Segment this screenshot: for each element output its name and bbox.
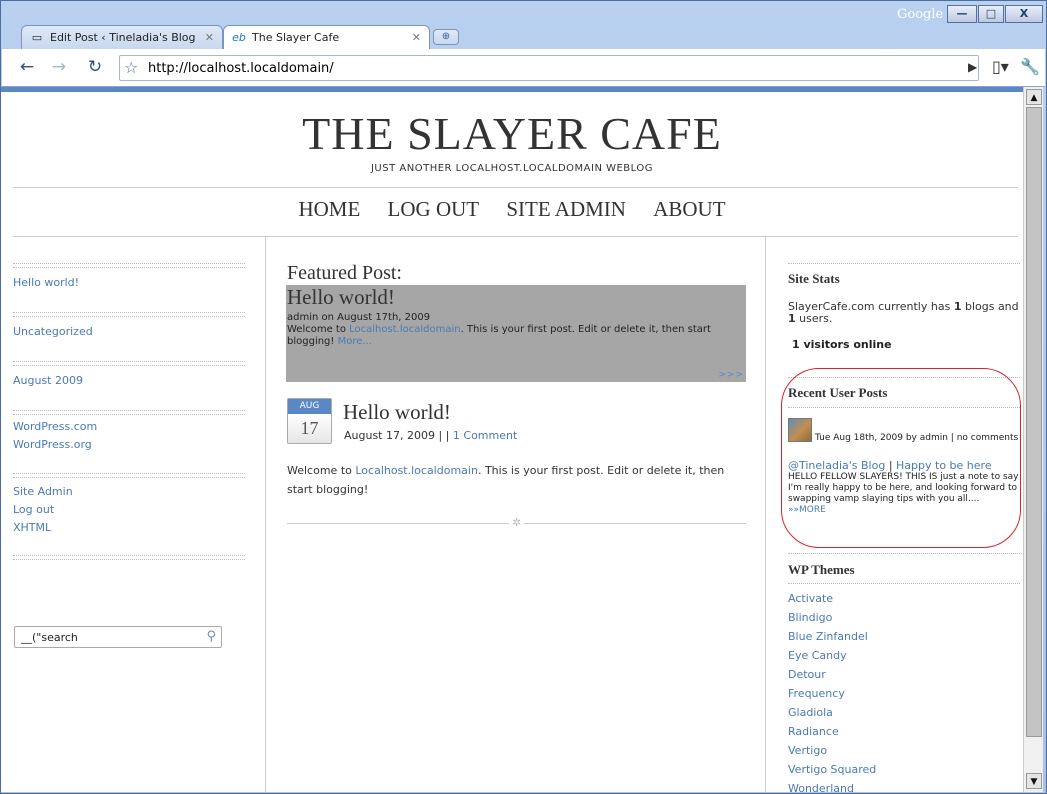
featured-post-box: Hello world! admin on August 17th, 2009 … [286, 285, 746, 382]
featured-meta: admin on August 17th, 2009 [287, 312, 431, 323]
site-link[interactable]: Localhost.localdomain [355, 464, 478, 477]
theme-link[interactable]: Radiance [788, 722, 876, 741]
category-link[interactable]: Uncategorized [13, 323, 245, 341]
wrench-icon[interactable]: 🔧 [1020, 57, 1040, 76]
tab-strip: ▭ Edit Post ‹ Tineladia's Blog ... ✕ eb … [1, 1, 1046, 49]
nav-home[interactable]: HOME [298, 197, 360, 221]
theme-link[interactable]: Detour [788, 665, 876, 684]
divider-ornament-icon: ✲ [509, 516, 525, 529]
close-window-button[interactable]: X [1005, 5, 1043, 23]
recent-posts-heading: Recent User Posts [788, 385, 888, 400]
main-nav: HOME LOG OUT SITE ADMIN ABOUT [1, 197, 1023, 222]
close-icon[interactable]: ✕ [412, 31, 421, 44]
reload-button[interactable]: ↻ [84, 56, 106, 78]
page-viewport: THE SLAYER CAFE JUST ANOTHER LOCALHOST.L… [1, 87, 1023, 792]
site-link[interactable]: Localhost.localdomain [349, 324, 460, 335]
browser-toolbar: ← → ↻ ☆ http://localhost.localdomain/ ▶ … [2, 49, 1045, 87]
theme-link[interactable]: Activate [788, 589, 876, 608]
more-link[interactable]: More... [338, 336, 372, 347]
divider [13, 236, 1018, 237]
site-title[interactable]: THE SLAYER CAFE [1, 107, 1023, 160]
comments-link[interactable]: 1 Comment [453, 429, 517, 442]
site-stats-heading: Site Stats [788, 271, 840, 286]
post-meta: August 17, 2009 | | 1 Comment [344, 429, 518, 442]
date-badge: AUG 17 [287, 398, 332, 444]
page-menu-icon[interactable]: ▯▾ [992, 57, 1009, 76]
date-month: AUG [288, 399, 331, 414]
google-label: Google [897, 7, 944, 22]
post-link[interactable]: Happy to be here [896, 459, 992, 472]
minimize-button[interactable]: — [947, 5, 977, 23]
url-text: http://localhost.localdomain/ [148, 61, 334, 76]
theme-link[interactable]: Eye Candy [788, 646, 876, 665]
recent-post-source: @Tineladia's Blog | Happy to be here [788, 459, 992, 472]
tab-slayer-cafe[interactable]: eb The Slayer Cafe ✕ [223, 25, 430, 49]
nav-log-out[interactable]: LOG OUT [388, 197, 480, 221]
tab-title: Edit Post ‹ Tineladia's Blog ... [50, 31, 199, 44]
theme-link[interactable]: Frequency [788, 684, 876, 703]
nav-site-admin[interactable]: SITE ADMIN [506, 197, 626, 221]
tab-title: The Slayer Cafe [252, 31, 340, 44]
post-title[interactable]: Hello world! [343, 400, 451, 425]
star-icon[interactable]: ☆ [124, 58, 138, 77]
scroll-up-arrow-icon[interactable]: ▲ [1026, 89, 1042, 105]
meta-site-admin[interactable]: Site Admin [13, 483, 245, 501]
scroll-thumb[interactable] [1026, 107, 1042, 737]
search-value: __("search [21, 631, 78, 644]
visitors-online: 1 visitors online [792, 338, 892, 351]
tab-edit-post[interactable]: ▭ Edit Post ‹ Tineladia's Blog ... ✕ [21, 25, 223, 49]
date-day: 17 [288, 414, 331, 443]
featured-excerpt: Welcome to Localhost.localdomain. This i… [287, 324, 711, 347]
featured-next-arrows[interactable]: >>> [718, 370, 744, 380]
blogroll-link[interactable]: WordPress.com [13, 418, 245, 436]
vertical-scrollbar[interactable]: ▲ ▼ [1023, 87, 1043, 792]
new-tab-button[interactable]: ⊕ [433, 29, 459, 45]
search-input[interactable]: __("search ⚲ [14, 626, 222, 648]
meta-log-out[interactable]: Log out [13, 501, 245, 519]
site-stats-text: SlayerCafe.com currently has 1 blogs and… [788, 300, 1019, 325]
left-sidebar: Hello world! Uncategorized August 2009 W… [13, 257, 245, 563]
featured-label: Featured Post: [287, 262, 402, 284]
forward-button[interactable]: → [48, 56, 70, 78]
nav-about[interactable]: ABOUT [653, 197, 725, 221]
theme-link[interactable]: Blindigo [788, 608, 876, 627]
column-divider [765, 237, 766, 792]
back-button[interactable]: ← [16, 56, 38, 78]
archive-link[interactable]: August 2009 [13, 372, 245, 390]
theme-link[interactable]: Wonderland [788, 779, 876, 792]
blogroll-link[interactable]: WordPress.org [13, 436, 245, 454]
scroll-down-arrow-icon[interactable]: ▼ [1026, 773, 1042, 789]
meta-xhtml[interactable]: XHTML [13, 519, 245, 537]
recent-post-link[interactable]: Hello world! [13, 274, 245, 292]
header-bar [1, 87, 1023, 92]
divider [13, 187, 1018, 188]
theme-link[interactable]: Blue Zinfandel [788, 627, 876, 646]
theme-link[interactable]: Gladiola [788, 703, 876, 722]
page-icon: ▭ [31, 30, 43, 44]
maximize-button[interactable]: □ [978, 5, 1004, 23]
edublogs-icon: eb [232, 30, 246, 44]
close-icon[interactable]: ✕ [205, 31, 214, 44]
recent-post-meta: Tue Aug 18th, 2009 by admin | no comment… [815, 433, 1019, 443]
theme-link[interactable]: Vertigo Squared [788, 760, 876, 779]
theme-link[interactable]: Vertigo [788, 741, 876, 760]
search-icon[interactable]: ⚲ [206, 629, 216, 644]
column-divider [265, 237, 266, 792]
more-link[interactable]: »»MORE [788, 505, 826, 515]
wp-themes-heading: WP Themes [788, 562, 855, 577]
address-bar[interactable]: ☆ http://localhost.localdomain/ [119, 55, 979, 81]
site-tagline: JUST ANOTHER LOCALHOST.LOCALDOMAIN WEBLO… [370, 163, 654, 174]
post-body: Welcome to Localhost.localdomain. This i… [287, 464, 725, 496]
blog-link[interactable]: @Tineladia's Blog [788, 459, 885, 472]
themes-list: Activate Blindigo Blue Zinfandel Eye Can… [788, 589, 876, 792]
featured-title[interactable]: Hello world! [287, 285, 395, 310]
play-icon[interactable]: ▶ [968, 60, 977, 74]
recent-post-body: HELLO FELLOW SLAYERS! THIS IS just a not… [788, 472, 1019, 515]
